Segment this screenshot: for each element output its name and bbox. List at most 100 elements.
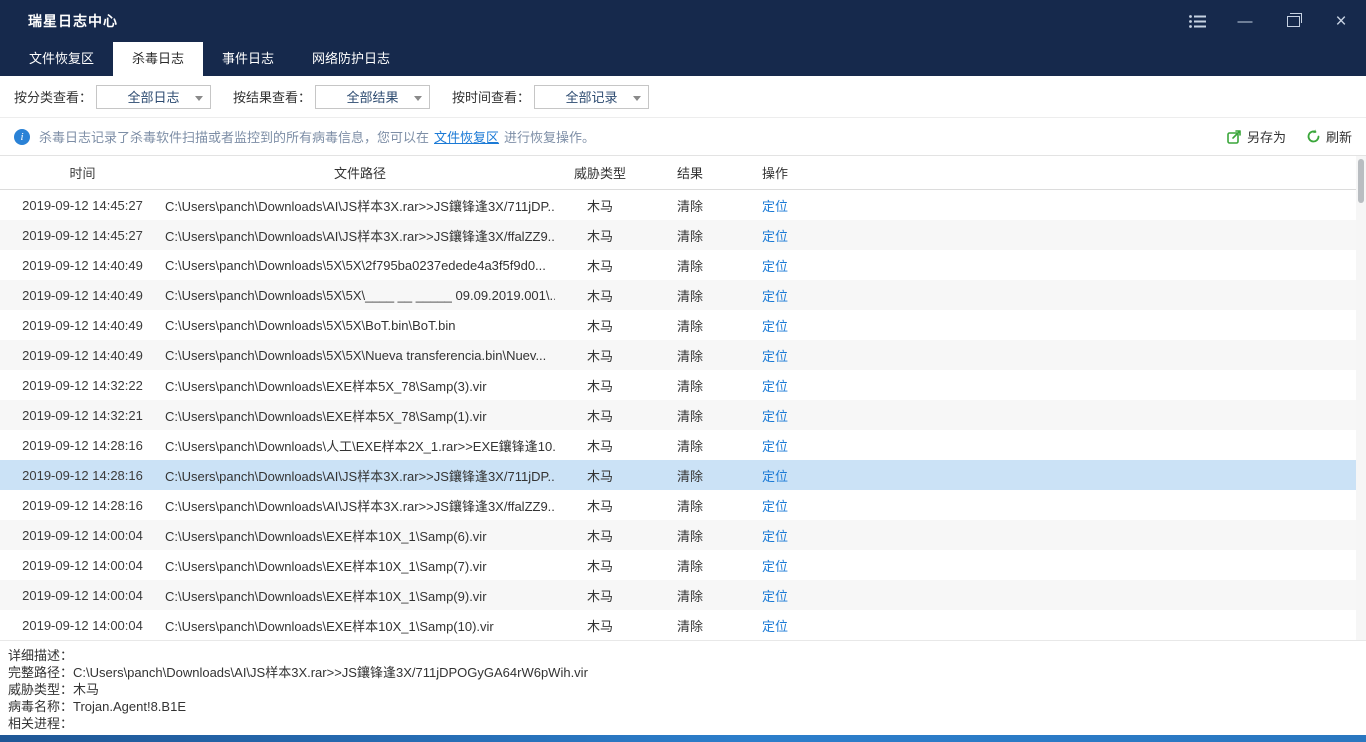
cell-path: C:\Users\panch\Downloads\5X\5X\2f795ba02…	[165, 258, 555, 273]
log-menu-icon[interactable]	[1188, 12, 1206, 30]
restore-button[interactable]	[1284, 12, 1302, 30]
detail-threat-type-value: 木马	[73, 682, 99, 697]
header-operation[interactable]: 操作	[735, 163, 815, 182]
cell-path: C:\Users\panch\Downloads\AI\JS样本3X.rar>>…	[165, 226, 555, 245]
category-select[interactable]: 全部日志	[96, 85, 211, 109]
scrollbar-track[interactable]	[1356, 156, 1366, 640]
cell-threat-type: 木马	[555, 586, 645, 605]
cell-path: C:\Users\panch\Downloads\AI\JS样本3X.rar>>…	[165, 466, 555, 485]
cell-time: 2019-09-12 14:45:27	[0, 198, 165, 213]
filter-time-label: 按时间查看：	[452, 87, 530, 106]
table-row[interactable]: 2019-09-12 14:00:04 C:\Users\panch\Downl…	[0, 610, 1366, 640]
cell-result: 清除	[645, 466, 735, 485]
table-row[interactable]: 2019-09-12 14:45:27 C:\Users\panch\Downl…	[0, 190, 1366, 220]
locate-link[interactable]: 定位	[735, 376, 815, 395]
tab-file-recovery[interactable]: 文件恢复区	[10, 42, 113, 76]
locate-link[interactable]: 定位	[735, 556, 815, 575]
locate-link[interactable]: 定位	[735, 316, 815, 335]
detail-full-path-label: 完整路径：	[8, 665, 73, 680]
detail-panel: 详细描述： 完整路径：C:\Users\panch\Downloads\AI\J…	[0, 640, 1366, 735]
table-row[interactable]: 2019-09-12 14:28:16 C:\Users\panch\Downl…	[0, 490, 1366, 520]
locate-link[interactable]: 定位	[735, 346, 815, 365]
table-row[interactable]: 2019-09-12 14:32:22 C:\Users\panch\Downl…	[0, 370, 1366, 400]
tab-network-protection-log[interactable]: 网络防护日志	[293, 42, 409, 76]
cell-path: C:\Users\panch\Downloads\EXE样本10X_1\Samp…	[165, 616, 555, 635]
header-time[interactable]: 时间	[0, 163, 165, 182]
filter-time: 按时间查看： 全部记录	[452, 85, 649, 109]
table-row[interactable]: 2019-09-12 14:28:16 C:\Users\panch\Downl…	[0, 430, 1366, 460]
cell-time: 2019-09-12 14:00:04	[0, 558, 165, 573]
table-row[interactable]: 2019-09-12 14:00:04 C:\Users\panch\Downl…	[0, 520, 1366, 550]
info-text-after: 进行恢复操作。	[504, 127, 595, 146]
cell-time: 2019-09-12 14:00:04	[0, 528, 165, 543]
table-row[interactable]: 2019-09-12 14:45:27 C:\Users\panch\Downl…	[0, 220, 1366, 250]
locate-link[interactable]: 定位	[735, 226, 815, 245]
cell-result: 清除	[645, 226, 735, 245]
cell-time: 2019-09-12 14:28:16	[0, 438, 165, 453]
cell-threat-type: 木马	[555, 496, 645, 515]
minimize-button[interactable]: —	[1236, 12, 1254, 30]
locate-link[interactable]: 定位	[735, 286, 815, 305]
table-header: 时间 文件路径 威胁类型 结果 操作	[0, 156, 1366, 190]
window-title: 瑞星日志中心	[28, 11, 118, 31]
header-threat-type[interactable]: 威胁类型	[555, 163, 645, 182]
cell-threat-type: 木马	[555, 346, 645, 365]
category-select-value: 全部日志	[128, 87, 180, 106]
table-row[interactable]: 2019-09-12 14:40:49 C:\Users\panch\Downl…	[0, 310, 1366, 340]
close-button[interactable]: ×	[1332, 12, 1350, 30]
table-row[interactable]: 2019-09-12 14:40:49 C:\Users\panch\Downl…	[0, 250, 1366, 280]
refresh-button[interactable]: 刷新	[1306, 127, 1352, 146]
save-as-icon	[1227, 129, 1242, 144]
file-recovery-link[interactable]: 文件恢复区	[434, 127, 499, 146]
result-select-value: 全部结果	[347, 87, 399, 106]
cell-result: 清除	[645, 496, 735, 515]
scrollbar-thumb[interactable]	[1358, 159, 1364, 203]
table-row[interactable]: 2019-09-12 14:40:49 C:\Users\panch\Downl…	[0, 340, 1366, 370]
locate-link[interactable]: 定位	[735, 496, 815, 515]
cell-path: C:\Users\panch\Downloads\人工\EXE样本2X_1.ra…	[165, 436, 555, 455]
locate-link[interactable]: 定位	[735, 526, 815, 545]
cell-threat-type: 木马	[555, 526, 645, 545]
cell-time: 2019-09-12 14:28:16	[0, 468, 165, 483]
tab-event-log[interactable]: 事件日志	[203, 42, 293, 76]
refresh-icon	[1306, 129, 1321, 144]
locate-link[interactable]: 定位	[735, 466, 815, 485]
cell-path: C:\Users\panch\Downloads\EXE样本5X_78\Samp…	[165, 376, 555, 395]
locate-link[interactable]: 定位	[735, 616, 815, 635]
cell-path: C:\Users\panch\Downloads\5X\5X\____ __ _…	[165, 288, 555, 303]
locate-link[interactable]: 定位	[735, 196, 815, 215]
table-row[interactable]: 2019-09-12 14:40:49 C:\Users\panch\Downl…	[0, 280, 1366, 310]
header-result[interactable]: 结果	[645, 163, 735, 182]
cell-result: 清除	[645, 196, 735, 215]
bottom-strip	[0, 735, 1366, 742]
table-row[interactable]: 2019-09-12 14:32:21 C:\Users\panch\Downl…	[0, 400, 1366, 430]
table-row[interactable]: 2019-09-12 14:00:04 C:\Users\panch\Downl…	[0, 580, 1366, 610]
tab-bar: 文件恢复区 杀毒日志 事件日志 网络防护日志	[0, 42, 1366, 76]
table-row[interactable]: 2019-09-12 14:28:16 C:\Users\panch\Downl…	[0, 460, 1366, 490]
tab-antivirus-log[interactable]: 杀毒日志	[113, 42, 203, 76]
cell-result: 清除	[645, 346, 735, 365]
locate-link[interactable]: 定位	[735, 436, 815, 455]
info-text-before: 杀毒日志记录了杀毒软件扫描或者监控到的所有病毒信息，您可以在	[39, 127, 429, 146]
time-select[interactable]: 全部记录	[534, 85, 649, 109]
cell-result: 清除	[645, 526, 735, 545]
detail-title: 详细描述：	[8, 647, 1356, 664]
detail-full-path: 完整路径：C:\Users\panch\Downloads\AI\JS样本3X.…	[8, 664, 1356, 681]
info-bar: i 杀毒日志记录了杀毒软件扫描或者监控到的所有病毒信息，您可以在 文件恢复区 进…	[0, 118, 1366, 156]
window-controls: — ×	[1188, 12, 1350, 30]
cell-path: C:\Users\panch\Downloads\EXE样本10X_1\Samp…	[165, 586, 555, 605]
filter-result: 按结果查看： 全部结果	[233, 85, 430, 109]
cell-path: C:\Users\panch\Downloads\5X\5X\Nueva tra…	[165, 348, 555, 363]
table-row[interactable]: 2019-09-12 14:00:04 C:\Users\panch\Downl…	[0, 550, 1366, 580]
cell-path: C:\Users\panch\Downloads\5X\5X\BoT.bin\B…	[165, 318, 555, 333]
locate-link[interactable]: 定位	[735, 586, 815, 605]
locate-link[interactable]: 定位	[735, 256, 815, 275]
filter-bar: 按分类查看： 全部日志 按结果查看： 全部结果 按时间查看： 全部记录	[0, 76, 1366, 118]
restore-icon	[1287, 16, 1300, 27]
result-select[interactable]: 全部结果	[315, 85, 430, 109]
header-file-path[interactable]: 文件路径	[165, 163, 555, 182]
locate-link[interactable]: 定位	[735, 406, 815, 425]
cell-path: C:\Users\panch\Downloads\EXE样本5X_78\Samp…	[165, 406, 555, 425]
save-as-button[interactable]: 另存为	[1227, 127, 1286, 146]
cell-threat-type: 木马	[555, 406, 645, 425]
